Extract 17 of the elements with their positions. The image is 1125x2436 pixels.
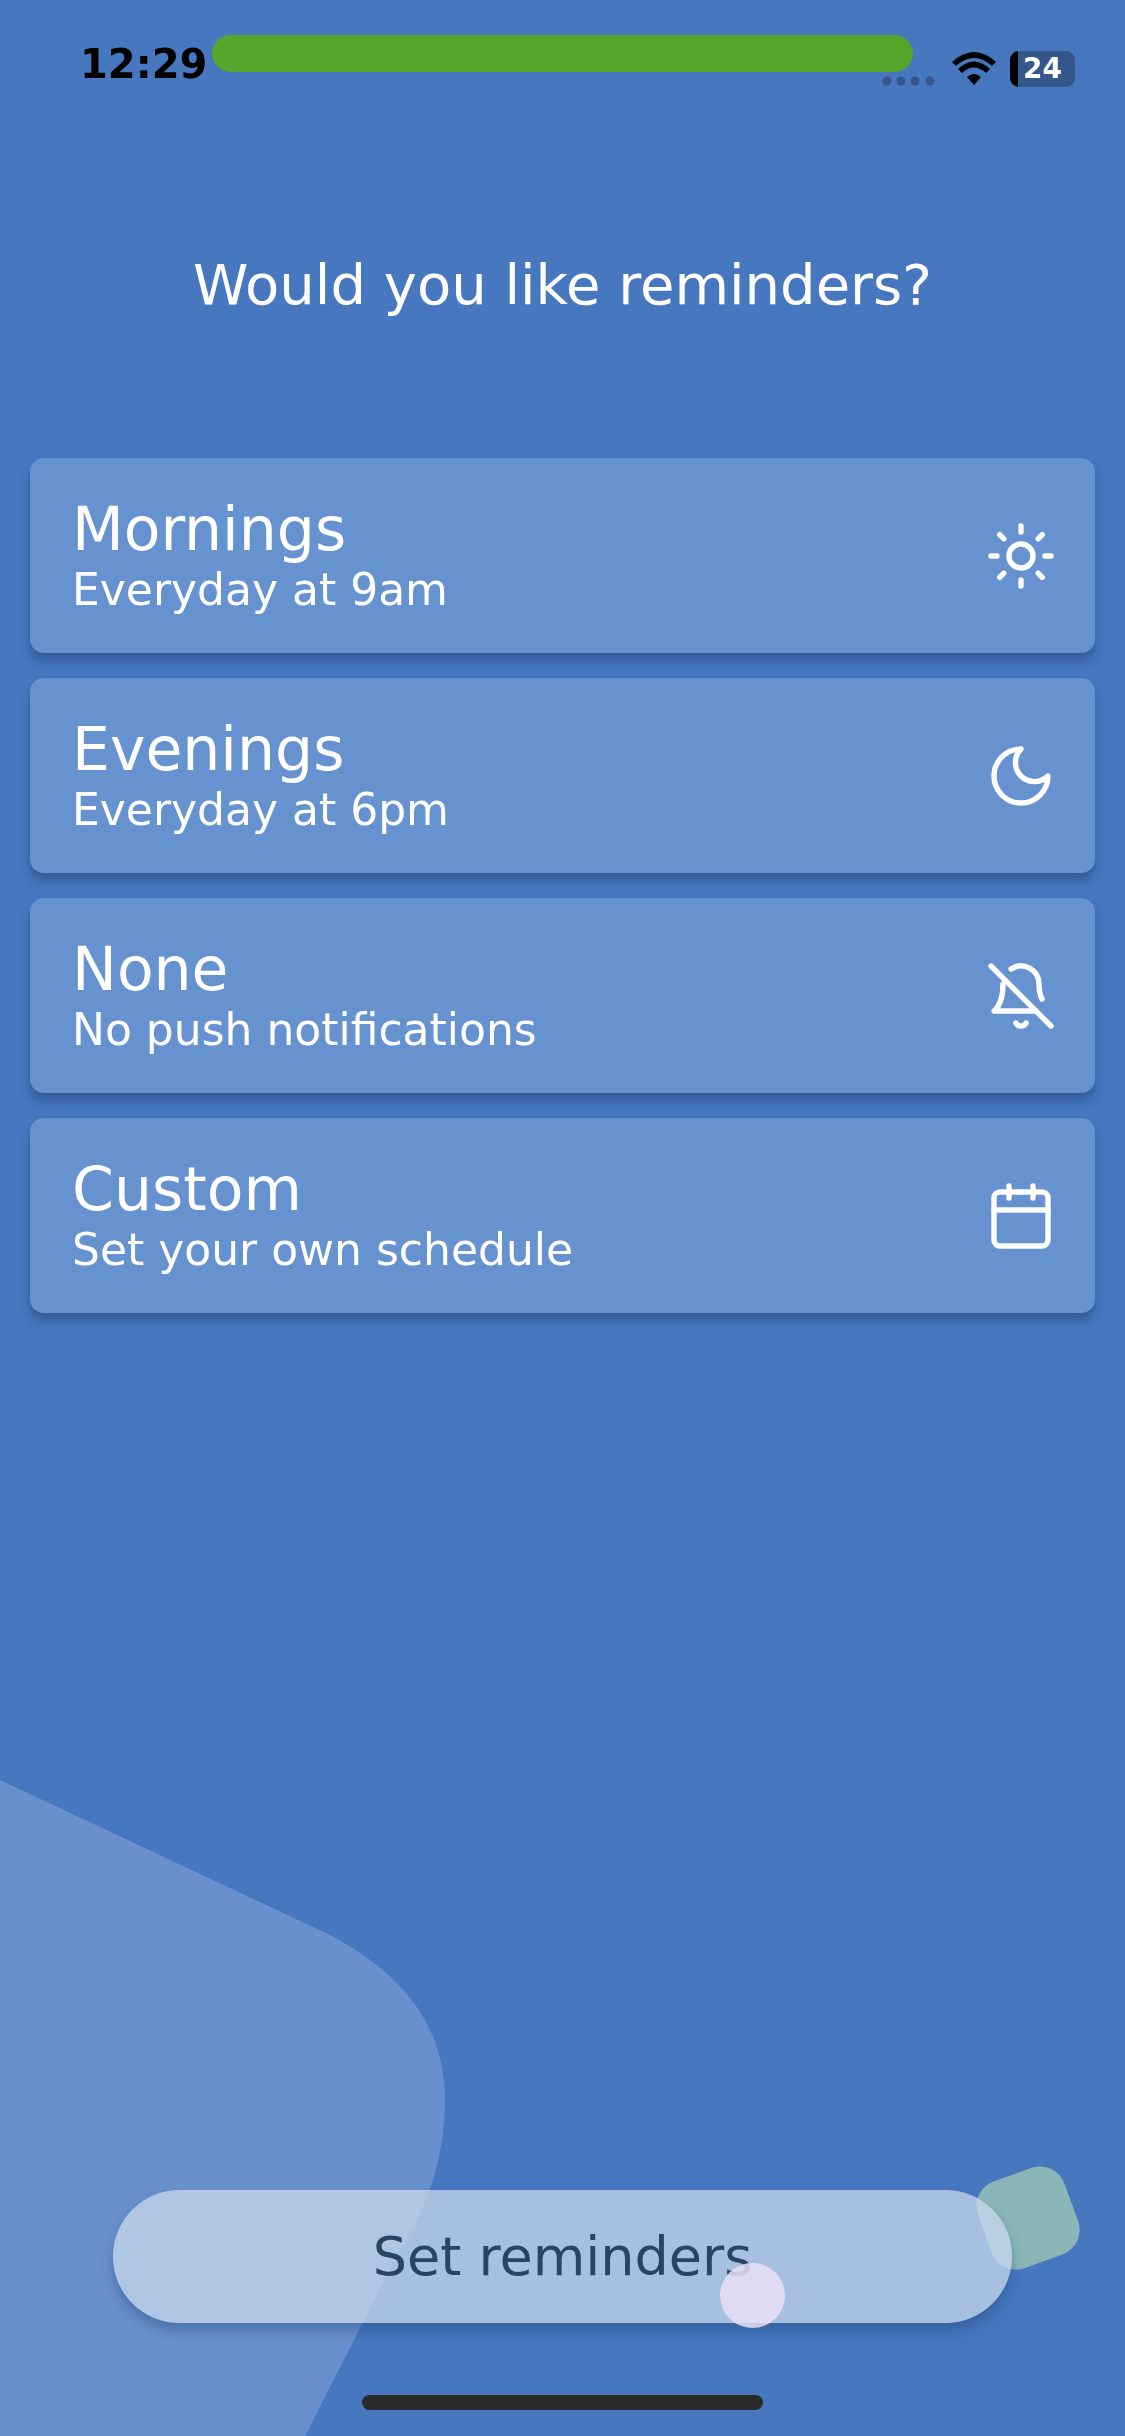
reminder-option[interactable]: Custom Set your own schedule [30, 1118, 1095, 1313]
option-title: Mornings [72, 494, 348, 563]
option-title: None [72, 934, 230, 1003]
reminder-option[interactable]: None No push notifications [30, 898, 1095, 1093]
wifi-icon [952, 52, 996, 85]
reminder-option[interactable]: Evenings Everyday at 6pm [30, 678, 1095, 873]
signal-dots-icon [882, 76, 936, 86]
option-title: Custom [72, 1154, 303, 1223]
option-subtitle: Set your own schedule [72, 1222, 574, 1277]
option-title: Evenings [72, 714, 346, 783]
option-subtitle: Everyday at 9am [72, 563, 448, 617]
option-subtitle: Everyday at 6pm [72, 783, 449, 837]
option-subtitle: No push notifications [72, 1002, 537, 1057]
reminder-option[interactable]: Mornings Everyday at 9am [30, 458, 1095, 653]
battery-indicator: 24 [1010, 51, 1075, 87]
set-reminders-button[interactable]: Set reminders [113, 2190, 1012, 2323]
status-time: 12:29 [80, 44, 208, 84]
